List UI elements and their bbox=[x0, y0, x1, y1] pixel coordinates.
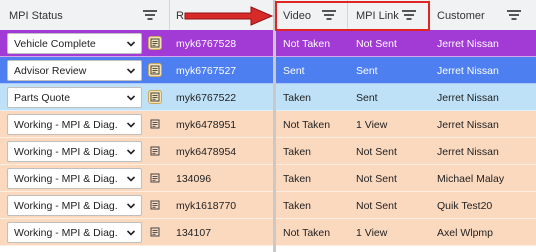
notes-icon[interactable] bbox=[148, 225, 162, 239]
notes-icon[interactable] bbox=[148, 144, 162, 158]
mpi-status-select[interactable]: Vehicle Complete bbox=[7, 33, 142, 54]
notes-glyph-icon bbox=[150, 200, 160, 210]
mpi-link-status[interactable]: Not Sent bbox=[356, 30, 397, 57]
chevron-down-icon bbox=[126, 95, 136, 101]
chevron-down-icon bbox=[126, 41, 136, 47]
column-divider bbox=[169, 0, 170, 32]
header-mpi-status: MPI Status bbox=[9, 0, 63, 32]
mpi-status-select[interactable]: Parts Quote bbox=[7, 87, 142, 108]
customer-name[interactable]: Jerret Nissan bbox=[437, 57, 499, 84]
mpi-status-value: Working - MPI & Diag. bbox=[14, 145, 118, 158]
video-status: Taken bbox=[283, 145, 312, 158]
table-row[interactable]: Working - MPI & Diag. 134107 Not Taken 1 Vi… bbox=[0, 219, 536, 246]
ro-number[interactable]: myk6478954 bbox=[176, 138, 236, 165]
table-row[interactable]: Advisor Review myk6767527 Sent Sent Jerret N… bbox=[0, 57, 536, 84]
notes-icon[interactable] bbox=[148, 63, 162, 77]
chevron-down-icon bbox=[126, 68, 136, 74]
video-status: Not Taken bbox=[283, 37, 331, 50]
notes-icon[interactable] bbox=[148, 171, 162, 185]
mpi-status-value: Parts Quote bbox=[14, 91, 71, 104]
mpi-status-value: Advisor Review bbox=[14, 64, 87, 77]
mpi-status-select[interactable]: Working - MPI & Diag. bbox=[7, 195, 142, 216]
chevron-down-icon bbox=[126, 122, 136, 128]
header-customer-label: Customer bbox=[437, 10, 485, 22]
chevron-down-icon bbox=[126, 203, 136, 209]
ro-number[interactable]: myk6767527 bbox=[176, 57, 236, 84]
chevron-down-icon bbox=[126, 230, 136, 236]
notes-glyph-icon bbox=[150, 227, 160, 237]
table-row[interactable]: Vehicle Complete myk6767528 Not Taken Not S… bbox=[0, 30, 536, 57]
notes-glyph-icon bbox=[150, 92, 160, 102]
chevron-down-icon bbox=[126, 176, 136, 182]
notes-icon[interactable] bbox=[148, 198, 162, 212]
notes-glyph-icon bbox=[150, 146, 160, 156]
table-row[interactable]: Working - MPI & Diag. myk6478954 Taken Not … bbox=[0, 138, 536, 165]
video-status: Taken bbox=[283, 199, 312, 212]
customer-name[interactable]: Jerret Nissan bbox=[437, 138, 499, 165]
ro-number[interactable]: myk6478951 bbox=[176, 111, 236, 138]
customer-name[interactable]: Jerret Nissan bbox=[437, 111, 499, 138]
ro-number[interactable]: 134096 bbox=[176, 165, 211, 192]
video-status: Taken bbox=[283, 172, 312, 185]
video-status: Taken bbox=[283, 91, 312, 104]
mpi-status-select[interactable]: Working - MPI & Diag. bbox=[7, 141, 142, 162]
customer-name[interactable]: Jerret Nissan bbox=[437, 84, 499, 111]
notes-glyph-icon bbox=[150, 173, 160, 183]
customer-name[interactable]: Michael Malay bbox=[437, 165, 504, 192]
customer-name[interactable]: Jerret Nissan bbox=[437, 30, 499, 57]
mpi-status-filter-icon[interactable] bbox=[142, 8, 158, 22]
mpi-status-select[interactable]: Working - MPI & Diag. bbox=[7, 114, 142, 135]
ro-number[interactable]: myk6767528 bbox=[176, 30, 236, 57]
notes-icon[interactable] bbox=[148, 90, 162, 104]
table-row[interactable]: Working - MPI & Diag. myk1618770 Taken Not … bbox=[0, 192, 536, 219]
video-status: Not Taken bbox=[283, 226, 331, 239]
mpi-status-value: Working - MPI & Diag. bbox=[14, 226, 118, 239]
row-divider bbox=[0, 245, 536, 246]
mpi-link-status[interactable]: Sent bbox=[356, 84, 378, 111]
mpi-status-value: Working - MPI & Diag. bbox=[14, 199, 118, 212]
table-row[interactable]: Working - MPI & Diag. myk6478951 Not Taken… bbox=[0, 111, 536, 138]
notes-glyph-icon bbox=[150, 119, 160, 129]
mpi-status-value: Working - MPI & Diag. bbox=[14, 118, 118, 131]
ro-number[interactable]: myk1618770 bbox=[176, 192, 236, 219]
arrow-annotation-icon bbox=[184, 6, 274, 26]
mpi-link-status[interactable]: 1 View bbox=[356, 111, 387, 138]
mpi-link-status[interactable]: 1 View bbox=[356, 219, 387, 246]
customer-name[interactable]: Quik Test20 bbox=[437, 192, 492, 219]
mpi-link-status[interactable]: Not Sent bbox=[356, 165, 397, 192]
ro-number[interactable]: 134107 bbox=[176, 219, 211, 246]
customer-name[interactable]: Axel Wlpmp bbox=[437, 219, 493, 246]
table-row[interactable]: Working - MPI & Diag. 134096 Taken Not Sent… bbox=[0, 165, 536, 192]
notes-icon[interactable] bbox=[148, 36, 162, 50]
mpi-link-status[interactable]: Sent bbox=[356, 57, 378, 84]
mpi-status-select[interactable]: Working - MPI & Diag. bbox=[7, 168, 142, 189]
ro-number[interactable]: myk6767522 bbox=[176, 84, 236, 111]
notes-glyph-icon bbox=[150, 38, 160, 48]
mpi-link-status[interactable]: Not Sent bbox=[356, 192, 397, 219]
header-customer: Customer bbox=[437, 0, 485, 32]
table-row[interactable]: Parts Quote myk6767522 Taken Sent Jerret Nis… bbox=[0, 84, 536, 111]
header-mpi-status-label: MPI Status bbox=[9, 10, 63, 22]
mpi-status-value: Vehicle Complete bbox=[14, 37, 96, 50]
highlight-box bbox=[275, 1, 430, 31]
mpi-status-select[interactable]: Working - MPI & Diag. bbox=[7, 222, 142, 243]
video-status: Not Taken bbox=[283, 118, 331, 131]
mpi-status-value: Working - MPI & Diag. bbox=[14, 172, 118, 185]
notes-icon[interactable] bbox=[148, 117, 162, 131]
customer-filter-icon[interactable] bbox=[506, 8, 522, 22]
notes-glyph-icon bbox=[150, 65, 160, 75]
video-status: Sent bbox=[283, 64, 305, 77]
chevron-down-icon bbox=[126, 149, 136, 155]
mpi-status-select[interactable]: Advisor Review bbox=[7, 60, 142, 81]
mpi-link-status[interactable]: Not Sent bbox=[356, 138, 397, 165]
mpi-grid: MPI Status R Video MPI Link Customer Veh… bbox=[0, 0, 536, 252]
pinned-column-divider bbox=[273, 0, 276, 252]
